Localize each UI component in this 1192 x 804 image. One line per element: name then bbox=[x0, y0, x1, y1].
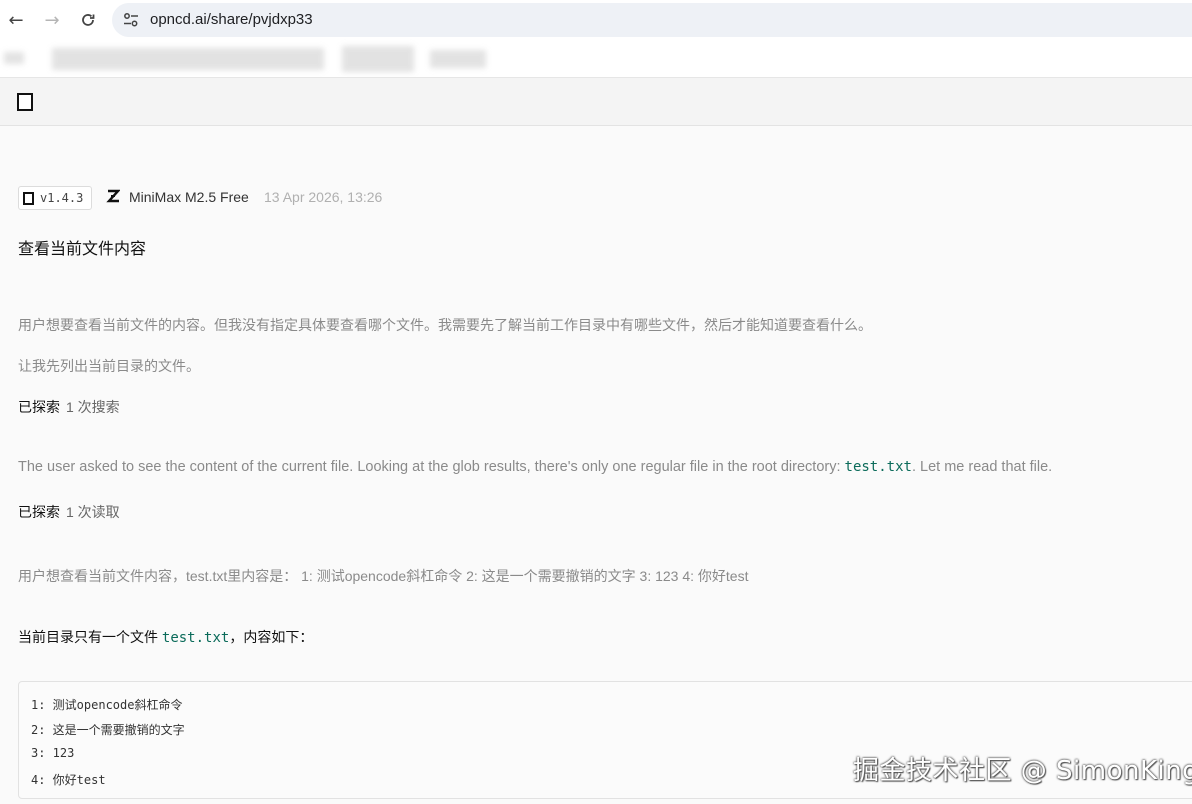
tool-call-summary[interactable]: 已探索 1 次搜索 bbox=[18, 397, 120, 417]
model-name: MiniMax M2.5 Free bbox=[129, 189, 249, 205]
tool-call-summary[interactable]: 已探索 1 次读取 bbox=[18, 502, 120, 522]
reasoning-text: 用户想查看当前文件内容，test.txt里内容是： 1: 测试opencode斜… bbox=[18, 568, 749, 584]
tool-call-detail: 1 次读取 bbox=[66, 504, 120, 520]
bookmarks-bar bbox=[0, 40, 1192, 78]
user-message: 查看当前文件内容 bbox=[18, 241, 147, 258]
opencode-logo-icon[interactable] bbox=[17, 93, 33, 111]
session-timestamp: 13 Apr 2026, 13:26 bbox=[264, 189, 383, 205]
tool-call-detail: 1 次搜索 bbox=[66, 399, 120, 415]
reasoning-text-part: . Let me read that file. bbox=[911, 459, 1053, 475]
watermark: 掘金技术社区 @ SimonKing bbox=[853, 756, 1192, 786]
answer-text-part: ，内容如下： bbox=[229, 629, 314, 645]
code-line: 3: 123 bbox=[31, 746, 75, 760]
reasoning-text-part: The user asked to see the content of the… bbox=[18, 459, 845, 475]
version-text: v1.4.3 bbox=[40, 191, 84, 205]
minimax-logo-icon bbox=[106, 188, 121, 204]
inline-code: test.txt bbox=[161, 630, 230, 646]
blurred-bookmark bbox=[342, 46, 414, 72]
reasoning-text: 让我先列出当前目录的文件。 bbox=[18, 358, 200, 374]
assistant-answer: 当前目录只有一个文件 test.txt，内容如下： bbox=[18, 627, 313, 647]
code-line: 1: 测试opencode斜杠命令 bbox=[31, 698, 183, 712]
address-bar[interactable]: opncd.ai/share/pvjdxp33 bbox=[112, 3, 1192, 37]
url-text[interactable]: opncd.ai/share/pvjdxp33 bbox=[150, 11, 313, 28]
code-line: 2: 这是一个需要撤销的文字 bbox=[31, 723, 185, 737]
arrow-left-icon[interactable]: ← bbox=[4, 8, 28, 32]
inline-code: test.txt bbox=[844, 459, 912, 475]
browser-toolbar: ← → opncd.ai/share/pvjdxp33 bbox=[0, 0, 1192, 40]
blurred-bookmark bbox=[430, 50, 486, 68]
code-line: 4: 你好test bbox=[31, 773, 106, 787]
arrow-right-icon[interactable]: → bbox=[40, 8, 64, 32]
reasoning-text: The user asked to see the content of the… bbox=[18, 459, 1052, 475]
opencode-logo-icon bbox=[23, 192, 34, 205]
blurred-bookmark bbox=[4, 52, 24, 64]
tool-call-label: 已探索 bbox=[18, 399, 60, 415]
blurred-bookmark bbox=[52, 48, 324, 70]
app-header bbox=[0, 78, 1192, 126]
answer-text-part: 当前目录只有一个文件 bbox=[18, 629, 162, 645]
reasoning-text: 用户想要查看当前文件的内容。但我没有指定具体要查看哪个文件。我需要先了解当前工作… bbox=[18, 317, 872, 333]
version-badge: v1.4.3 bbox=[18, 186, 92, 210]
tool-call-label: 已探索 bbox=[18, 504, 60, 520]
site-settings-icon[interactable] bbox=[122, 11, 140, 29]
reload-icon[interactable] bbox=[76, 8, 100, 32]
